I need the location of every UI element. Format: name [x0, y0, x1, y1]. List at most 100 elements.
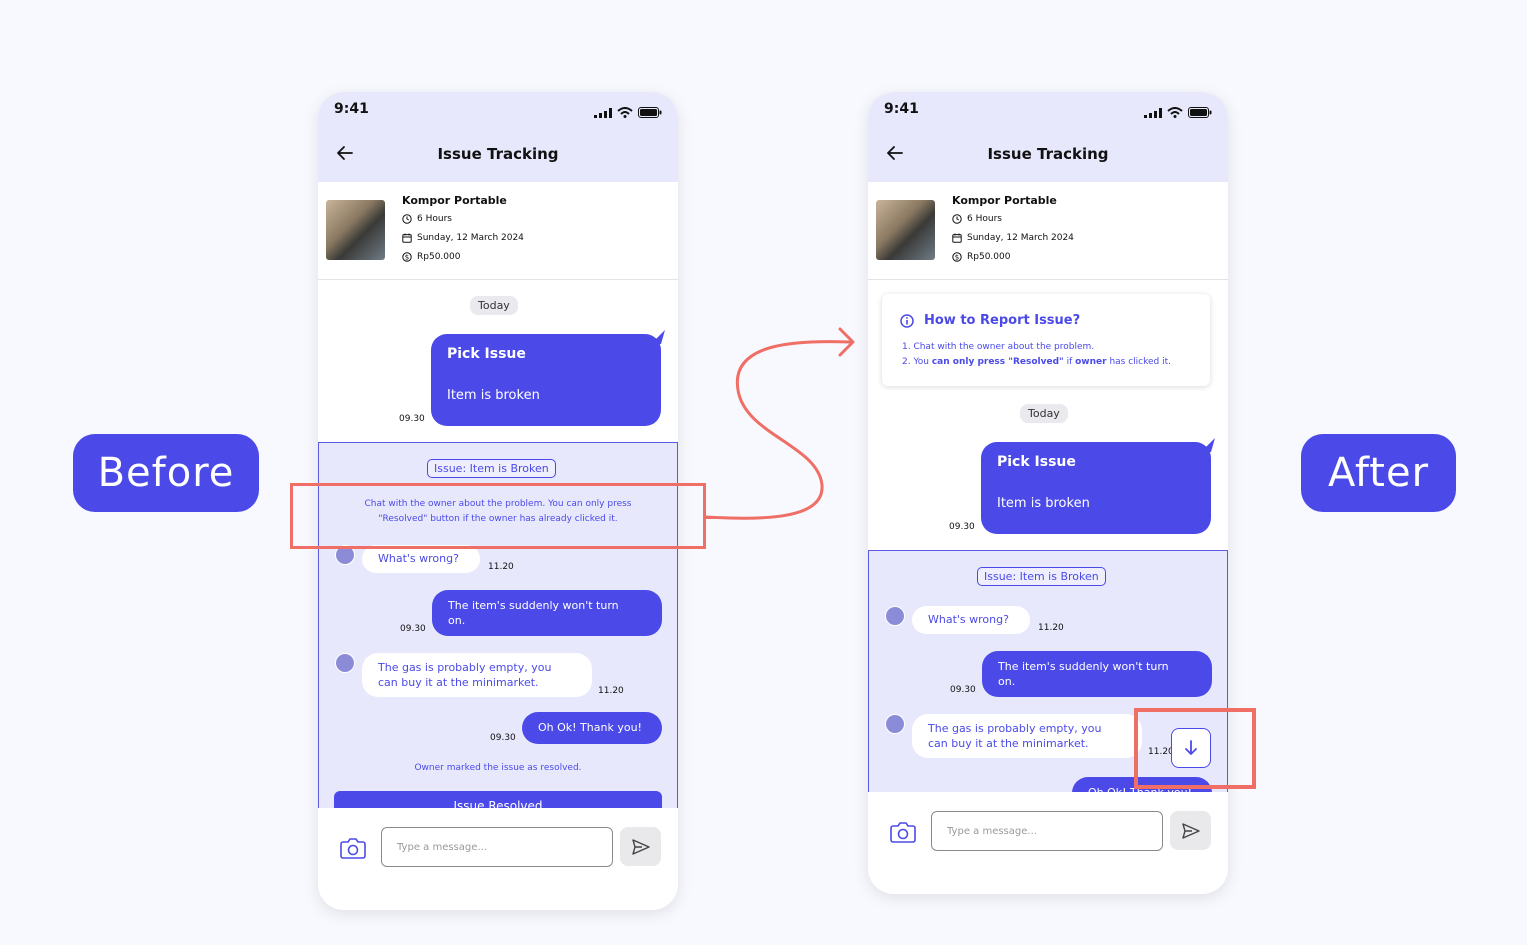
message-composer: Type a message...: [868, 792, 1228, 894]
guide-step-2-text: 2. You: [902, 357, 932, 367]
pick-issue-title: Pick Issue: [997, 454, 1076, 470]
pick-issue-body: Item is broken: [447, 388, 540, 403]
pick-issue-bubble: Pick Issue Item is broken: [431, 330, 665, 426]
battery-icon: [638, 107, 662, 118]
message-time: 09.30: [490, 733, 516, 743]
battery-icon: [1188, 107, 1212, 118]
product-image: [876, 200, 935, 260]
camera-icon[interactable]: [340, 836, 366, 860]
message-text: The item's suddenly won't turn: [448, 599, 619, 612]
avatar: [885, 714, 905, 734]
product-price: Rp50.000: [967, 252, 1011, 262]
status-icons: [593, 103, 662, 122]
message-time: 09.30: [950, 685, 976, 695]
pick-issue-time: 09.30: [399, 414, 425, 424]
send-icon: [1181, 822, 1200, 839]
message-user-1: The item's suddenly won't turn on.: [982, 651, 1212, 697]
calendar-icon: [952, 233, 962, 243]
message-text: What's wrong?: [378, 552, 459, 565]
after-label: After: [1301, 434, 1456, 512]
message-composer: Type a message...: [318, 808, 678, 910]
info-icon: [900, 314, 914, 328]
message-time: 11.20: [1038, 623, 1064, 633]
message-text-2: on.: [998, 675, 1016, 688]
clock-icon: [402, 214, 412, 224]
highlight-box: [1134, 708, 1256, 789]
message-owner-1: What's wrong?: [362, 545, 480, 573]
message-text: The item's suddenly won't turn: [998, 660, 1169, 673]
product-duration: 6 Hours: [967, 214, 1002, 224]
message-text: The gas is probably empty, you: [928, 722, 1102, 735]
guide-step-2-text: has clicked it.: [1106, 357, 1171, 367]
message-user-1: The item's suddenly won't turn on.: [432, 590, 662, 636]
product-image: [326, 200, 385, 260]
status-icons: [1143, 103, 1212, 122]
product-date: Sunday, 12 March 2024: [417, 233, 524, 243]
message-time: 09.30: [400, 624, 426, 634]
product-card[interactable]: Kompor Portable 6 Hours Sunday, 12 March…: [318, 182, 678, 280]
dollar-icon: $: [952, 252, 962, 262]
guide-step-2: 2. You can only press "Resolved" if owne…: [902, 357, 1171, 367]
curved-arrow-icon: [703, 327, 855, 520]
message-owner-2: The gas is probably empty, you can buy i…: [912, 714, 1142, 758]
message-text-2: on.: [448, 614, 466, 627]
message-time: 11.20: [598, 686, 624, 696]
page-title: Issue Tracking: [437, 145, 559, 163]
send-button[interactable]: [620, 827, 661, 866]
message-text-2: can buy it at the minimarket.: [378, 676, 539, 689]
message-text-2: can buy it at the minimarket.: [928, 737, 1089, 750]
date-chip: Today: [470, 296, 518, 315]
avatar: [335, 653, 355, 673]
before-label: Before: [73, 434, 259, 512]
message-owner-2: The gas is probably empty, you can buy i…: [362, 653, 592, 697]
wifi-icon: [1167, 107, 1183, 118]
pick-issue-body: Item is broken: [997, 496, 1090, 511]
message-owner-1: What's wrong?: [912, 606, 1030, 634]
product-date: Sunday, 12 March 2024: [967, 233, 1074, 243]
status-time: 9:41: [884, 101, 919, 117]
clock-icon: [952, 214, 962, 224]
product-duration: 6 Hours: [417, 214, 452, 224]
message-input[interactable]: Type a message...: [931, 811, 1163, 851]
message-time: 11.20: [488, 562, 514, 572]
guide-step-2-bold: owner: [1075, 357, 1107, 367]
message-user-2: Oh Ok! Thank you!: [522, 712, 662, 744]
report-guide-card: How to Report Issue? 1. Chat with the ow…: [882, 294, 1210, 386]
issue-chip: Issue: Item is Broken: [977, 567, 1106, 586]
date-chip: Today: [1020, 404, 1068, 423]
send-icon: [631, 838, 650, 855]
guide-step-1: 1. Chat with the owner about the problem…: [902, 342, 1095, 352]
product-name: Kompor Portable: [952, 194, 1057, 207]
status-time: 9:41: [334, 101, 369, 117]
message-text: What's wrong?: [928, 613, 1009, 626]
pick-issue-bubble: Pick Issue Item is broken: [981, 438, 1215, 534]
bubble-tail-icon: [1201, 438, 1215, 452]
app-header: 9:41 Issue Tracking: [318, 92, 678, 182]
message-text: The gas is probably empty, you: [378, 661, 552, 674]
pick-issue-time: 09.30: [949, 522, 975, 532]
guide-step-2-text: if: [1063, 357, 1076, 367]
wifi-icon: [617, 107, 633, 118]
avatar: [885, 606, 905, 626]
message-input[interactable]: Type a message...: [381, 827, 613, 867]
guide-step-2-bold: can only press "Resolved": [931, 357, 1064, 367]
resolved-note: Owner marked the issue as resolved.: [414, 763, 582, 773]
highlight-box: [290, 483, 706, 549]
product-price: Rp50.000: [417, 252, 461, 262]
camera-icon[interactable]: [890, 820, 916, 844]
product-card[interactable]: Kompor Portable 6 Hours Sunday, 12 March…: [868, 182, 1228, 280]
connector-line: [704, 516, 714, 519]
dollar-icon: $: [402, 252, 412, 262]
svg-text:$: $: [955, 254, 959, 262]
calendar-icon: [402, 233, 412, 243]
guide-title: How to Report Issue?: [924, 313, 1081, 328]
signal-icon: [1143, 108, 1162, 118]
product-name: Kompor Portable: [402, 194, 507, 207]
page-title: Issue Tracking: [987, 145, 1109, 163]
issue-chip: Issue: Item is Broken: [427, 459, 556, 478]
message-text: Oh Ok! Thank you!: [538, 721, 642, 734]
send-button[interactable]: [1170, 811, 1211, 850]
pick-issue-title: Pick Issue: [447, 346, 526, 362]
bubble-tail-icon: [651, 330, 665, 344]
signal-icon: [593, 108, 612, 118]
